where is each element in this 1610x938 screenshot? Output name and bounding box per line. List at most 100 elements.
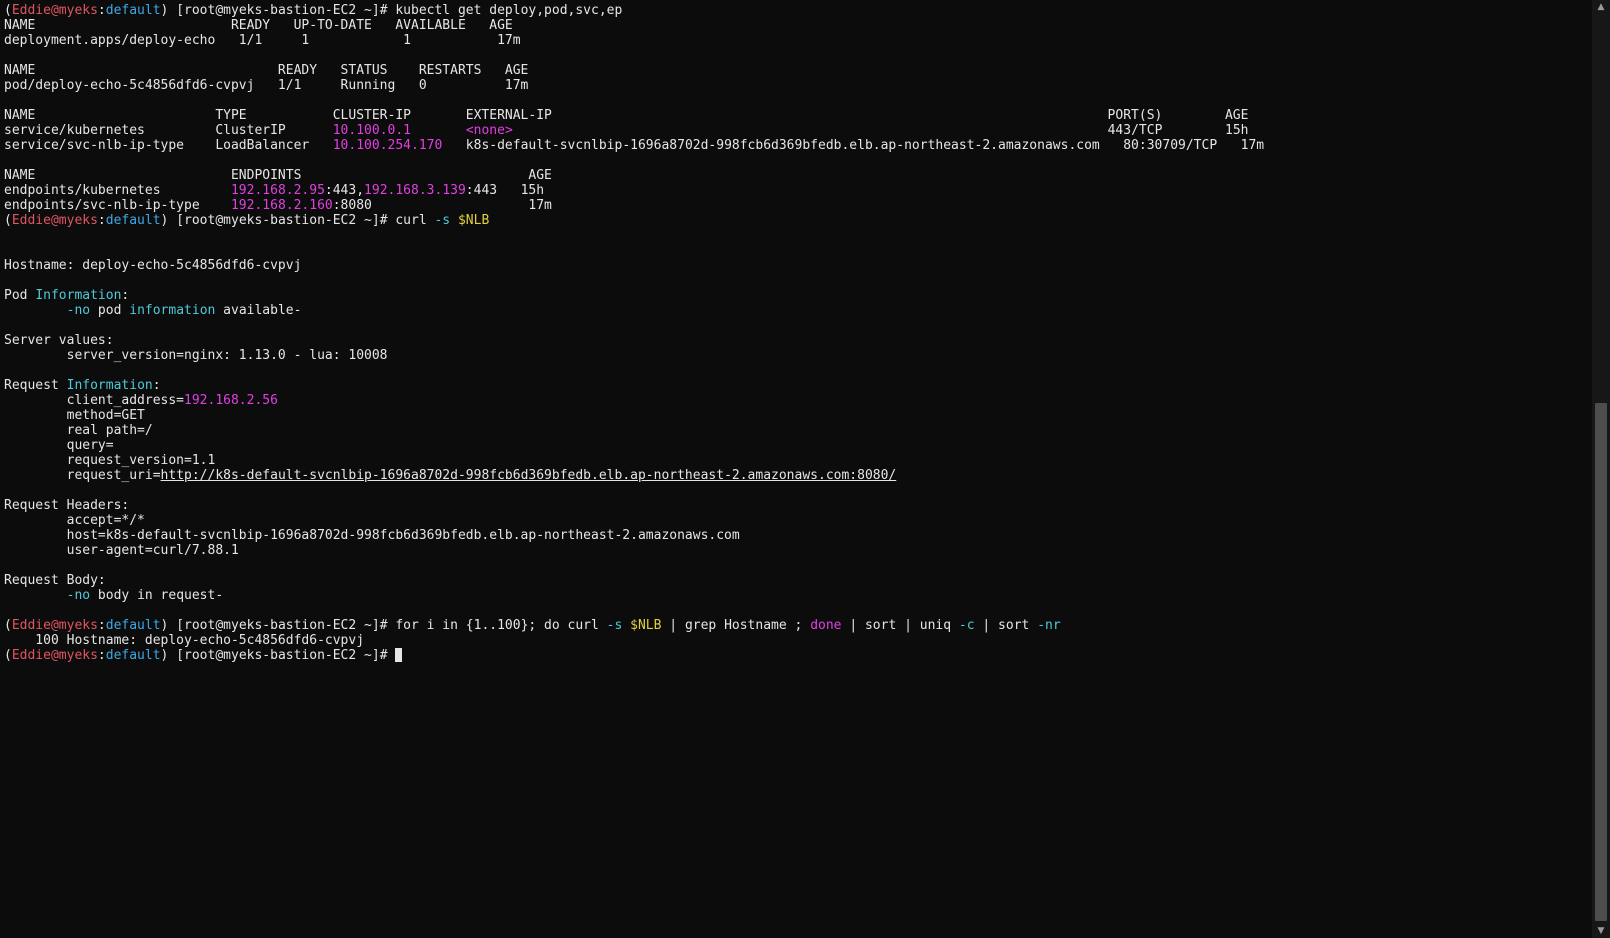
terminal-text: | sort <box>974 618 1038 633</box>
terminal-text: Request Body: <box>4 573 106 588</box>
terminal-line: query= <box>4 438 1592 453</box>
terminal-line: client_address=192.168.2.56 <box>4 393 1592 408</box>
terminal-line: pod/deploy-echo-5c4856dfd6-cvpvj 1/1 Run… <box>4 78 1592 93</box>
terminal-line: method=GET <box>4 408 1592 423</box>
terminal-text: ) [root@myeks-bastion-EC2 ~]# <box>160 648 396 663</box>
terminal-text: : <box>121 288 130 303</box>
terminal-text: Eddie@myeks <box>11 3 98 18</box>
terminal-text: | sort | uniq <box>841 618 959 633</box>
terminal-text: service/svc-nlb-ip-type LoadBalancer <box>4 138 333 153</box>
request-uri-link[interactable]: http://k8s-default-svcnlbip-1696a8702d-9… <box>161 468 897 483</box>
scroll-thumb[interactable] <box>1595 403 1607 921</box>
terminal-text: 443/TCP 15h <box>512 123 1249 138</box>
terminal-text: method=GET <box>4 408 145 423</box>
terminal-text: ( <box>4 618 12 633</box>
terminal-text: default <box>105 618 161 633</box>
terminal-text: user-agent=curl/7.88.1 <box>4 543 239 558</box>
terminal-text: ( <box>4 648 12 663</box>
terminal-text: 100 Hostname: deploy-echo-5c4856dfd6-cvp… <box>4 633 365 648</box>
terminal-line: Request Body: <box>4 573 1592 588</box>
terminal-text: $NLB <box>630 618 662 633</box>
terminal-line: (Eddie@myeks:default) [root@myeks-bastio… <box>4 618 1592 633</box>
terminal-text: endpoints/svc-nlb-ip-type <box>4 198 231 213</box>
vertical-scrollbar[interactable]: ▲ ▼ <box>1592 0 1610 938</box>
terminal-text: ( <box>4 213 12 228</box>
terminal-text: Pod <box>4 288 36 303</box>
terminal-text: Eddie@myeks <box>11 618 98 633</box>
terminal-line: NAME TYPE CLUSTER-IP EXTERNAL-IP PORT(S)… <box>4 108 1592 123</box>
scroll-down-arrow-icon[interactable]: ▼ <box>1592 924 1610 938</box>
terminal-text: NAME READY UP-TO-DATE AVAILABLE AGE <box>4 18 513 33</box>
terminal-text: 192.168.2.160 <box>230 198 333 213</box>
terminal-text: -s <box>606 618 623 633</box>
terminal-text: deployment.apps/deploy-echo 1/1 1 1 17m <box>4 33 521 48</box>
terminal-text: Request Headers: <box>4 498 130 513</box>
terminal-text: :443 15h <box>465 183 545 198</box>
terminal-text: default <box>105 213 161 228</box>
terminal-text: k8s-default-svcnlbip-1696a8702d-998fcb6d… <box>442 138 1265 153</box>
terminal-text: -nr <box>1037 618 1061 633</box>
terminal-text: accept=*/* <box>4 513 145 528</box>
terminal-line: accept=*/* <box>4 513 1592 528</box>
terminal-text: ) [root@myeks-bastion-EC2 ~]# curl <box>160 213 435 228</box>
terminal-window[interactable]: (Eddie@myeks:default) [root@myeks-bastio… <box>0 0 1592 938</box>
terminal-line: NAME READY UP-TO-DATE AVAILABLE AGE <box>4 18 1592 33</box>
terminal-line: (Eddie@myeks:default) [root@myeks-bastio… <box>4 648 1592 663</box>
terminal-text: 192.168.3.139 <box>364 183 466 198</box>
terminal-text: :443, <box>324 183 365 198</box>
terminal-text: server_version=nginx: 1.13.0 - lua: 1000… <box>4 348 388 363</box>
scroll-up-arrow-icon[interactable]: ▲ <box>1592 0 1610 14</box>
terminal-line: -no pod information available- <box>4 303 1592 318</box>
terminal-text: request_uri= <box>4 468 161 483</box>
terminal-text: :8080 17m <box>332 198 552 213</box>
terminal-text: endpoints/kubernetes <box>4 183 231 198</box>
terminal-text: Request <box>4 378 67 393</box>
terminal-line: host=k8s-default-svcnlbip-1696a8702d-998… <box>4 528 1592 543</box>
terminal-line: endpoints/svc-nlb-ip-type 192.168.2.160:… <box>4 198 1592 213</box>
terminal-line: request_version=1.1 <box>4 453 1592 468</box>
terminal-text: client_address= <box>4 393 185 408</box>
terminal-line: endpoints/kubernetes 192.168.2.95:443,19… <box>4 183 1592 198</box>
terminal-line: NAME READY STATUS RESTARTS AGE <box>4 63 1592 78</box>
terminal-line: service/kubernetes ClusterIP 10.100.0.1 … <box>4 123 1592 138</box>
terminal-line: 100 Hostname: deploy-echo-5c4856dfd6-cvp… <box>4 633 1592 648</box>
terminal-line: Request Headers: <box>4 498 1592 513</box>
terminal-text: information <box>129 303 216 318</box>
terminal-text: ) [root@myeks-bastion-EC2 ~]# for i in {… <box>160 618 607 633</box>
terminal-text: pod <box>90 303 130 318</box>
terminal-text: : <box>97 3 106 18</box>
terminal-line: user-agent=curl/7.88.1 <box>4 543 1592 558</box>
terminal-line: Hostname: deploy-echo-5c4856dfd6-cvpvj <box>4 258 1592 273</box>
terminal-text: -no <box>66 588 91 603</box>
terminal-output[interactable]: (Eddie@myeks:default) [root@myeks-bastio… <box>0 0 1592 663</box>
terminal-text: request_version=1.1 <box>4 453 216 468</box>
terminal-line: real path=/ <box>4 423 1592 438</box>
terminal-text: 10.100.254.170 <box>332 138 443 153</box>
terminal-text: NAME ENDPOINTS AGE <box>4 168 552 183</box>
terminal-line: service/svc-nlb-ip-type LoadBalancer 10.… <box>4 138 1592 153</box>
terminal-line: request_uri=http://k8s-default-svcnlbip-… <box>4 468 1592 483</box>
terminal-text: 192.168.2.56 <box>184 393 278 408</box>
terminal-text: NAME TYPE CLUSTER-IP EXTERNAL-IP PORT(S)… <box>4 108 1249 123</box>
terminal-line: deployment.apps/deploy-echo 1/1 1 1 17m <box>4 33 1592 48</box>
terminal-text: 192.168.2.95 <box>230 183 325 198</box>
terminal-text: : <box>97 618 106 633</box>
terminal-text: Server values: <box>4 333 114 348</box>
terminal-line: Request Information: <box>4 378 1592 393</box>
terminal-text: ( <box>4 3 12 18</box>
terminal-text: Eddie@myeks <box>11 213 98 228</box>
terminal-text: ) [root@myeks-bastion-EC2 ~]# kubectl ge… <box>160 3 623 18</box>
terminal-text: NAME READY STATUS RESTARTS AGE <box>4 63 529 78</box>
